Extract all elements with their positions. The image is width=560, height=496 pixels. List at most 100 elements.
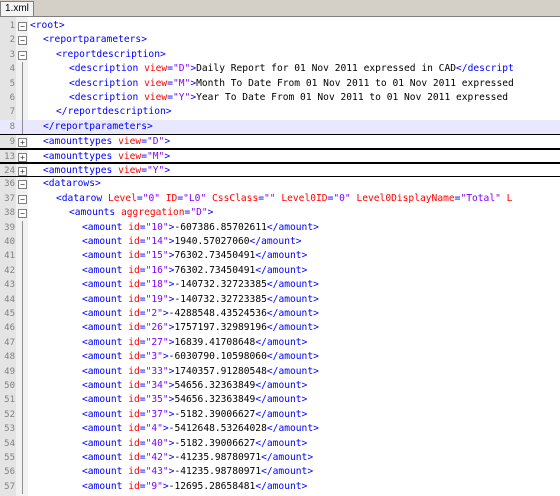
line-number: 2 <box>9 35 15 46</box>
token: amount <box>272 466 308 478</box>
code-line[interactable]: 57 <amount id="9">-12695.28658481</amount… <box>0 479 560 495</box>
token: </ <box>261 466 273 478</box>
code-line[interactable]: 53 <amount id="4">-5412648.53264028</amou… <box>0 422 560 437</box>
code-line[interactable]: 1− <root> <box>0 19 560 33</box>
token: view <box>118 136 142 148</box>
code-text: <amount id="33">1740357.91280548</amount… <box>82 365 319 379</box>
fold-expand-icon[interactable]: + <box>18 167 27 176</box>
token: amount <box>87 394 129 406</box>
line-number: 41 <box>4 251 15 262</box>
code-line[interactable]: 7 </reportdescription> <box>0 105 560 120</box>
code-line[interactable]: 55 <amount id="42">-41235.98780971</amoun… <box>0 451 560 466</box>
token: id <box>128 452 140 463</box>
code-line[interactable]: 43 <amount id="18">-140732.32723385</amou… <box>0 278 560 293</box>
token: id <box>128 264 140 276</box>
fold-collapse-icon[interactable]: − <box>18 36 27 46</box>
token: </ <box>56 106 68 118</box>
token: </ <box>266 293 279 305</box>
token: > <box>313 308 319 319</box>
fold-collapse-icon[interactable]: − <box>18 180 27 190</box>
code-line[interactable]: 39 <amount id="10">-607386.85702611</amou… <box>0 220 560 235</box>
line-number: 38 <box>4 208 15 219</box>
token: "0" <box>142 192 166 204</box>
code-text: <amount id="37">-5182.39006627</amount> <box>82 408 307 422</box>
fold-guide-line <box>22 220 23 235</box>
code-line[interactable]: 6 <description view="Y">Year To Date From… <box>0 91 560 106</box>
tab-bar: 1.xml <box>0 0 560 17</box>
line-number: 52 <box>4 409 15 420</box>
fold-guide-line <box>22 321 23 336</box>
code-line[interactable]: 42 <amount id="16">76302.73450491</amount… <box>0 263 560 279</box>
token: amounttypes <box>48 165 119 176</box>
token: -5182.39006627 <box>174 437 256 449</box>
token: "0" <box>333 192 357 204</box>
fold-expand-icon[interactable]: + <box>18 138 27 148</box>
code-line[interactable]: 52 <amount id="37">-5182.39006627</amount… <box>0 407 560 423</box>
code-line[interactable]: 48 <amount id="3">-6030790.10598060</amou… <box>0 350 560 365</box>
token: amount <box>266 394 302 406</box>
token: </ <box>249 236 262 247</box>
code-line[interactable]: 40 <amount id="14">1940.57027060</amount> <box>0 235 560 250</box>
token: "M" <box>146 150 165 162</box>
code-line[interactable]: 36− <datarows> <box>0 177 560 191</box>
code-line[interactable]: 56 <amount id="43">-41235.98780971</amoun… <box>0 465 560 480</box>
code-line[interactable]: 38− <amounts aggregation="D"> <box>0 206 560 220</box>
fold-guide-line <box>22 407 23 423</box>
token: id <box>128 380 140 391</box>
token: Level0ID <box>281 192 328 204</box>
code-line[interactable]: 51 <amount id="35">54656.32363849</amount… <box>0 393 560 408</box>
token: -12695.28658481 <box>168 480 256 492</box>
code-line[interactable]: 2− <reportparameters> <box>0 33 560 47</box>
token: > <box>58 20 65 31</box>
code-line[interactable]: 54 <amount id="40">-5182.39006627</amount… <box>0 436 560 451</box>
token: "33" <box>145 365 169 377</box>
fold-expand-icon[interactable]: + <box>18 152 27 162</box>
code-line[interactable]: 9 + <amounttypes view="D"> <box>0 134 560 149</box>
fold-collapse-icon[interactable]: − <box>18 22 27 31</box>
line-number: 4 <box>9 64 15 75</box>
fold-collapse-icon[interactable]: − <box>18 50 27 60</box>
line-number: 48 <box>4 352 15 363</box>
token: > <box>301 250 308 262</box>
fold-collapse-icon[interactable]: − <box>18 194 27 204</box>
line-number: 57 <box>4 481 15 492</box>
line-number: 5 <box>9 78 15 89</box>
code-line[interactable]: 8 </reportparameters> <box>0 119 560 135</box>
code-line[interactable]: 3− <reportdescription> <box>0 48 560 62</box>
code-line[interactable]: 47 <amount id="27">16839.41708648</amount… <box>0 335 560 351</box>
code-line[interactable]: 50 <amount id="34">54656.32363849</amount… <box>0 379 560 394</box>
token: id <box>128 250 140 262</box>
code-line[interactable]: 49 <amount id="33">1740357.91280548</amou… <box>0 364 560 379</box>
fold-collapse-icon[interactable]: − <box>18 209 27 219</box>
code-line[interactable]: 4 <description view="D">Daily Report for … <box>0 62 560 77</box>
token: "D" <box>146 136 165 148</box>
token: L <box>506 192 513 204</box>
code-line[interactable]: 41 <amount id="15">76302.73450491</amount… <box>0 249 560 264</box>
code-line[interactable]: 24 + <amounttypes view="Y"> <box>0 163 560 178</box>
code-editor[interactable]: 1− <root> 2− <reportparameters> 3− <reportdes… <box>0 17 560 496</box>
token: "40" <box>145 437 169 449</box>
line-number: 54 <box>4 438 15 449</box>
token: "35" <box>145 394 169 406</box>
line-number: 24 <box>4 166 15 176</box>
token: amount <box>266 437 302 449</box>
code-text: <amount id="18">-140732.32723385</amount… <box>82 278 319 292</box>
token: "D" <box>190 207 208 219</box>
token: root <box>35 20 59 31</box>
tab-file[interactable]: 1.xml <box>0 1 34 16</box>
token: "42" <box>145 452 169 463</box>
code-line[interactable]: 13 + <amounttypes view="M"> <box>0 148 560 163</box>
token: amount <box>278 365 314 377</box>
token: amount <box>278 308 314 319</box>
code-line[interactable]: 44 <amount id="19">-140732.32723385</amou… <box>0 292 560 307</box>
code-line[interactable]: 37− <datarow Level="0" ID="L0" CssClass="… <box>0 192 560 206</box>
line-number: 9 <box>9 137 15 148</box>
token: </ <box>255 437 267 449</box>
token: id <box>128 221 140 233</box>
code-line[interactable]: 45 <amount id="2">-4288548.43524536</amou… <box>0 307 560 322</box>
token: </ <box>266 365 279 377</box>
line-number: 50 <box>4 381 15 391</box>
code-line[interactable]: 5 <description view="M">Month To Date Fro… <box>0 76 560 91</box>
line-number: 45 <box>4 309 15 319</box>
code-line[interactable]: 46 <amount id="26">1757197.32989196</amou… <box>0 321 560 336</box>
